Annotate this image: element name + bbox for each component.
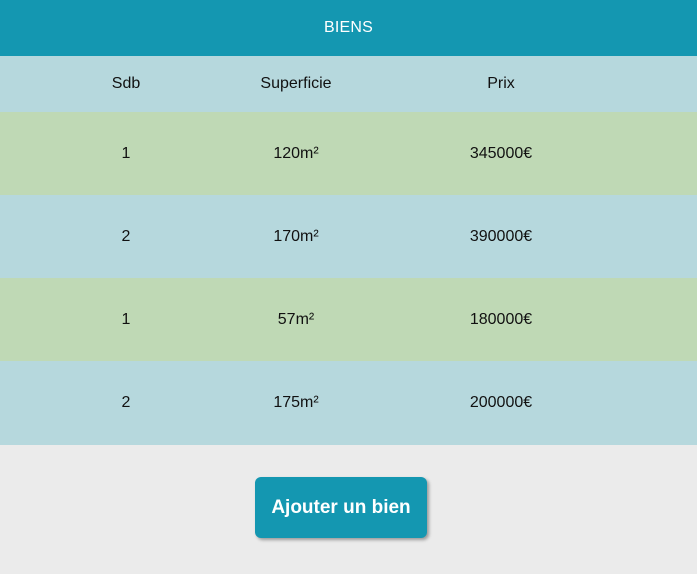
column-header-sdb: Sdb [111, 75, 141, 92]
cell-prix: 180000€ [469, 310, 533, 328]
table-row: 2 175m² 200000€ [0, 361, 697, 445]
page: BIENS Sdb Superficie Prix 1 120m² 345000… [0, 0, 697, 574]
page-header: BIENS [0, 0, 697, 56]
cell-prix: 390000€ [469, 227, 533, 245]
cell-prix: 200000€ [469, 394, 533, 411]
cell-superficie: 57m² [277, 310, 315, 328]
table-header-row: Sdb Superficie Prix [0, 56, 697, 112]
column-header-superficie: Superficie [260, 75, 332, 92]
cell-superficie: 120m² [273, 144, 319, 162]
table-row: 2 170m² 390000€ [0, 195, 697, 278]
cell-superficie: 170m² [273, 227, 319, 245]
cell-sdb: 2 [121, 394, 131, 411]
biens-table: Sdb Superficie Prix 1 120m² 345000€ 2 17… [0, 56, 697, 445]
cell-superficie: 175m² [273, 394, 319, 411]
cell-sdb: 1 [121, 144, 131, 162]
column-header-prix: Prix [487, 75, 515, 92]
page-title: BIENS [323, 19, 373, 36]
table-row: 1 120m² 345000€ [0, 112, 697, 195]
cell-sdb: 1 [121, 310, 131, 328]
cell-prix: 345000€ [469, 144, 533, 162]
table-row: 1 57m² 180000€ [0, 278, 697, 361]
cell-sdb: 2 [121, 227, 131, 245]
add-bien-button[interactable]: Ajouter un bien [255, 477, 427, 538]
